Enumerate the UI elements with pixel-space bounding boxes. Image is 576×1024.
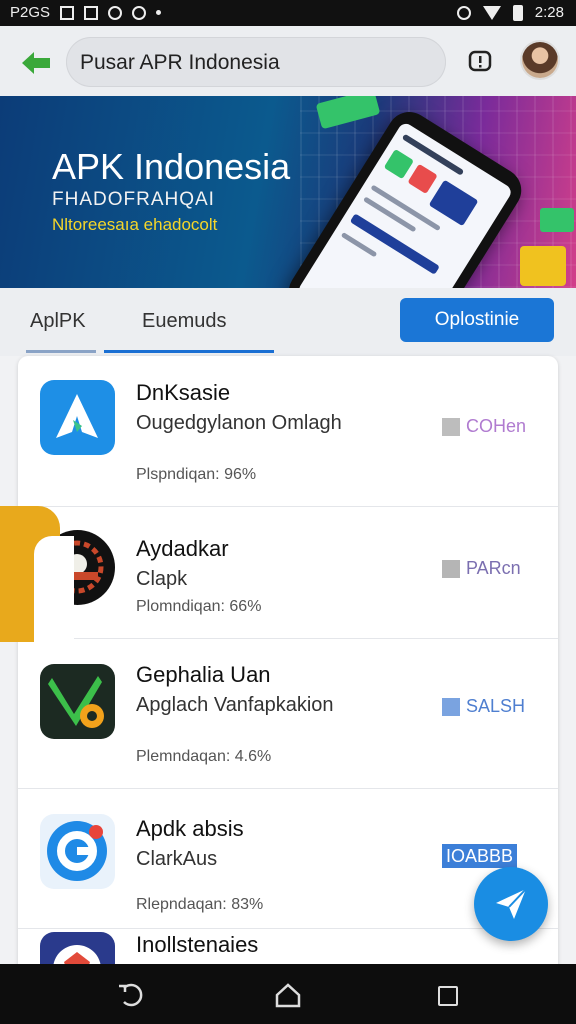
notification-icon xyxy=(60,5,75,20)
app-meta: Rlepndaqan: 83% xyxy=(136,896,264,913)
green-arrow-app-icon xyxy=(40,664,115,739)
banner-tagline: Nltoreesaıa ehadocolt xyxy=(52,215,218,234)
status-carrier-text: P2GS xyxy=(10,4,51,21)
user-avatar[interactable] xyxy=(522,42,558,78)
banner-title: APK Indonesia xyxy=(52,146,291,187)
battery-icon xyxy=(512,4,523,21)
app-tag: SALSH xyxy=(442,696,525,717)
tab-apk[interactable]: AplPK xyxy=(30,310,86,333)
alarm-icon xyxy=(456,5,471,20)
banner-subtitle: FHADOFRAHQAI xyxy=(52,189,215,210)
app-description: Clapk xyxy=(136,568,188,590)
app-list: DnKsasie Ougedgylanon Omlagh Plspndiqan:… xyxy=(18,356,558,976)
app-meta: Plemndaqan: 4.6% xyxy=(136,748,272,765)
options-button[interactable]: Oplostinie xyxy=(400,298,554,342)
app-top-bar: Pusar APR Indonesia xyxy=(0,26,576,96)
list-item[interactable]: DnKsasie Ougedgylanon Omlagh Plspndiqan:… xyxy=(18,356,558,507)
app-description: Ougedgylanon Omlagh xyxy=(136,412,342,434)
list-item[interactable]: Aydadkar Clapk Plomndiqan: 66% PARcn xyxy=(18,506,558,639)
search-input-text[interactable]: Pusar APR Indonesia xyxy=(80,51,280,75)
send-icon xyxy=(496,888,527,919)
status-time: 2:28 xyxy=(534,4,564,21)
record-icon xyxy=(132,5,147,20)
system-nav-bar xyxy=(0,964,576,1024)
tab-apk-underline xyxy=(26,350,96,353)
app-name: Aydadkar xyxy=(136,536,229,561)
sync-icon xyxy=(108,5,123,20)
app-name: Apdk absis xyxy=(136,816,244,841)
send-fab-button[interactable] xyxy=(474,867,548,941)
app-tag: IOABBB xyxy=(442,844,518,868)
tab-active-indicator xyxy=(104,350,274,353)
nav-back-icon[interactable] xyxy=(116,982,144,1008)
triangle-app-icon xyxy=(40,380,115,455)
more-dot-icon xyxy=(156,10,162,15)
app-name: Gephalia Uan xyxy=(136,662,271,687)
app-name: Inollstenaies xyxy=(136,932,259,957)
banner-decoration xyxy=(520,246,566,286)
app-meta: Plspndiqan: 96% xyxy=(136,466,257,483)
tab-events[interactable]: Euemuds xyxy=(142,310,227,333)
status-bar: P2GS 2:28 xyxy=(0,0,576,26)
image-icon xyxy=(84,5,99,20)
back-arrow-icon[interactable] xyxy=(20,48,54,78)
app-description: Apglach Vanfapkakion xyxy=(136,694,334,716)
wifi-icon xyxy=(482,5,501,20)
app-tag: COHen xyxy=(442,416,526,437)
search-bar[interactable]: Pusar APR Indonesia xyxy=(66,37,446,87)
g-logo-app-icon xyxy=(40,814,115,889)
app-meta: Plomndiqan: 66% xyxy=(136,598,262,615)
nav-home-icon[interactable] xyxy=(274,982,302,1008)
app-name: DnKsasie xyxy=(136,380,231,405)
banner-decoration xyxy=(540,208,574,232)
promo-banner[interactable]: APK Indonesia FHADOFRAHQAI Nltoreesaıa e… xyxy=(0,96,576,288)
app-tag: PARcn xyxy=(442,558,521,579)
notification-bell-icon[interactable] xyxy=(468,50,492,74)
app-description: ClarkAus xyxy=(136,848,218,870)
nav-recents-icon[interactable] xyxy=(438,986,458,1006)
list-item[interactable]: Gephalia Uan Apglach Vanfapkakion Plemnd… xyxy=(18,638,558,789)
tab-bar: AplPK Euemuds Oplostinie xyxy=(0,288,576,356)
highlight-tab xyxy=(0,506,74,642)
